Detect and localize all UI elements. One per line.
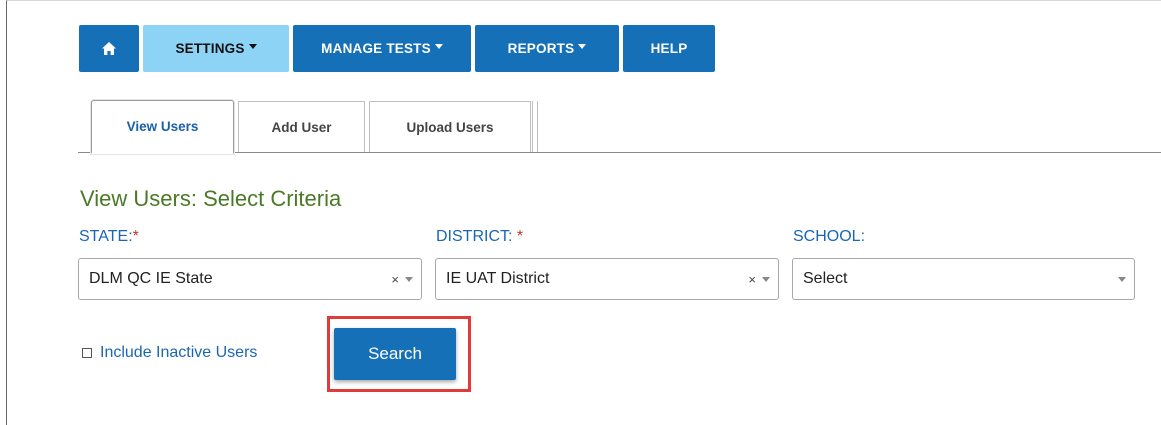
home-icon (102, 42, 116, 55)
nav-manage-tests-label: MANAGE TESTS (321, 41, 431, 56)
nav-settings-label: SETTINGS (175, 41, 245, 56)
chevron-down-icon[interactable] (1118, 276, 1126, 282)
district-required-mark: * (516, 228, 524, 245)
tab-stub (532, 101, 538, 152)
nav-help-label: HELP (650, 41, 688, 56)
district-select-value: IE UAT District (446, 270, 550, 287)
tab-add-user-label: Add User (271, 119, 332, 135)
clear-icon[interactable]: × (391, 272, 399, 287)
home-button[interactable] (79, 25, 139, 72)
chevron-down-icon[interactable] (405, 276, 413, 282)
tab-add-user[interactable]: Add User (238, 101, 365, 152)
nav-settings[interactable]: SETTINGS (143, 25, 289, 72)
district-label-text: DISTRICT: (436, 228, 517, 245)
top-nav: SETTINGS MANAGE TESTS REPORTS HELP (79, 25, 715, 72)
nav-manage-tests[interactable]: MANAGE TESTS (293, 25, 471, 72)
school-select-value: Select (803, 270, 848, 287)
user-tabs: View Users Add User Upload Users (78, 100, 1161, 154)
school-label-text: SCHOOL: (793, 228, 866, 245)
district-select[interactable]: IE UAT District × (435, 258, 779, 300)
tab-view-users-label: View Users (126, 119, 199, 134)
district-label: DISTRICT: * (436, 228, 523, 246)
chevron-down-icon[interactable] (762, 276, 770, 282)
school-label: SCHOOL: (793, 228, 865, 246)
clear-icon[interactable]: × (748, 272, 756, 287)
chevron-down-icon (578, 44, 587, 49)
tabs-divider (78, 152, 1161, 153)
nav-reports-label: REPORTS (507, 41, 575, 56)
chevron-down-icon (434, 44, 443, 49)
nav-help[interactable]: HELP (623, 25, 715, 72)
include-inactive-label[interactable]: Include Inactive Users (100, 344, 257, 362)
nav-reports[interactable]: REPORTS (475, 25, 619, 72)
school-select[interactable]: Select (792, 258, 1135, 300)
state-select[interactable]: DLM QC IE State × (78, 258, 422, 300)
include-inactive-row: Include Inactive Users (82, 344, 257, 362)
search-button[interactable]: Search (334, 328, 456, 380)
tab-view-users[interactable]: View Users (91, 100, 234, 154)
search-button-label: Search (368, 344, 422, 363)
state-label: STATE:* (79, 228, 139, 246)
tab-upload-users[interactable]: Upload Users (369, 101, 531, 152)
state-required-mark: * (132, 228, 139, 245)
chevron-down-icon (248, 44, 257, 49)
state-select-value: DLM QC IE State (89, 270, 213, 287)
state-label-text: STATE: (79, 228, 133, 245)
include-inactive-checkbox[interactable] (82, 348, 92, 358)
tab-upload-users-label: Upload Users (406, 119, 494, 135)
page-title: View Users: Select Criteria (80, 186, 342, 211)
